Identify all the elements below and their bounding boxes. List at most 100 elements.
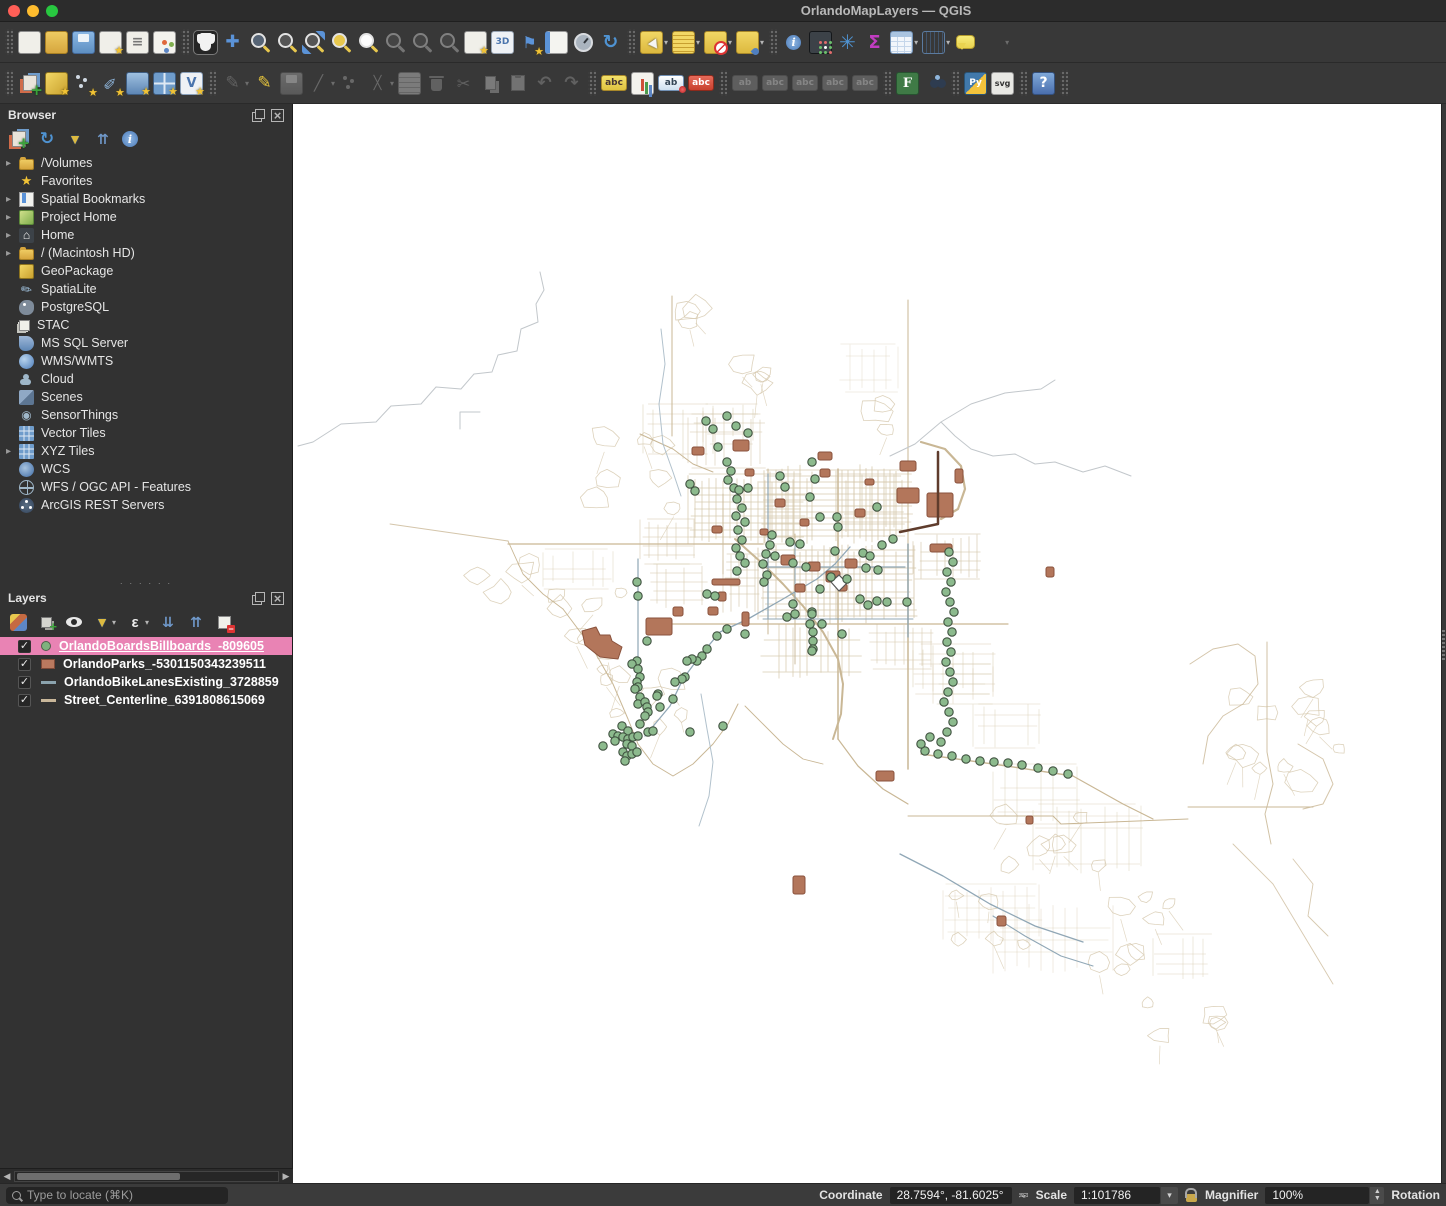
help-button[interactable]: ?	[1031, 70, 1056, 97]
scroll-right-icon[interactable]: ▶	[279, 1171, 293, 1182]
billboard-point[interactable]	[872, 502, 882, 512]
billboard-point[interactable]	[733, 525, 743, 535]
expand-arrow-icon[interactable]: ▸	[6, 158, 18, 169]
billboard-point[interactable]	[837, 629, 847, 639]
coordinate-input[interactable]: 28.7594°, -81.6025°	[889, 1186, 1012, 1204]
statistical-summary-button[interactable]	[808, 29, 833, 56]
billboard-point[interactable]	[1063, 769, 1073, 779]
billboard-point[interactable]	[826, 572, 836, 582]
billboard-point[interactable]	[722, 624, 732, 634]
billboard-point[interactable]	[723, 475, 733, 485]
highlight-unplaced-labels-button[interactable]: abc	[687, 73, 715, 93]
refresh-browser-icon[interactable]: ↻	[38, 129, 56, 148]
current-edits-dropdown-icon[interactable]: ▾	[245, 79, 249, 88]
billboard-point[interactable]	[710, 591, 720, 601]
billboard-point[interactable]	[943, 617, 953, 627]
browser-item-macintosh-hd[interactable]: ▸ / (Macintosh HD)	[0, 244, 292, 262]
browser-item-vector-tiles[interactable]: Vector Tiles	[0, 424, 292, 442]
filter-browser-icon[interactable]: ▼	[66, 130, 84, 148]
zoom-window-button[interactable]	[46, 5, 58, 17]
billboard-point[interactable]	[682, 656, 692, 666]
browser-item-geopackage[interactable]: GeoPackage	[0, 262, 292, 280]
billboard-point[interactable]	[1003, 758, 1013, 768]
new-shapefile-layer-button[interactable]	[71, 70, 98, 99]
collapse-all-layers-icon[interactable]: ⇈	[187, 613, 205, 631]
billboard-point[interactable]	[633, 731, 643, 741]
billboard-point[interactable]	[946, 647, 956, 657]
add-group-button[interactable]: +	[37, 613, 57, 634]
billboard-point[interactable]	[933, 749, 943, 759]
open-attribute-table-button[interactable]: ▾	[889, 29, 919, 56]
minimize-window-button[interactable]	[27, 5, 39, 17]
billboard-point[interactable]	[702, 589, 712, 599]
browser-item-wfs-ogc-api-features[interactable]: WFS / OGC API - Features	[0, 478, 292, 496]
scale-value[interactable]: 1:101786	[1074, 1186, 1160, 1204]
scale-dropdown-icon[interactable]: ▾	[1161, 1186, 1178, 1204]
locator-search-input[interactable]: Type to locate (⌘K)	[6, 1186, 228, 1204]
billboard-point[interactable]	[740, 517, 750, 527]
billboard-point[interactable]	[830, 546, 840, 556]
expand-all-icon[interactable]: ⇊	[159, 613, 177, 631]
deselect-features-dropdown-icon[interactable]: ▾	[728, 38, 732, 47]
browser-item-ms-sql-server[interactable]: MS SQL Server	[0, 334, 292, 352]
billboard-point[interactable]	[1033, 763, 1043, 773]
toolbar-grip[interactable]	[769, 29, 778, 55]
layer-row[interactable]: ✓ Street_Centerline_6391808615069	[0, 691, 292, 709]
temporal-controller-button[interactable]	[571, 29, 596, 56]
layer-visibility-checkbox[interactable]: ✓	[18, 639, 31, 653]
billboard-point[interactable]	[961, 754, 971, 764]
browser-item-sensorthings[interactable]: ◉ SensorThings	[0, 406, 292, 424]
toolbar-grip[interactable]	[1060, 70, 1069, 96]
map-tips-button[interactable]	[953, 29, 978, 56]
expand-arrow-icon[interactable]: ▸	[6, 194, 18, 205]
billboard-point[interactable]	[873, 565, 883, 575]
billboard-point[interactable]	[833, 522, 843, 532]
billboard-point[interactable]	[655, 702, 665, 712]
expand-arrow-icon[interactable]: ▸	[6, 446, 18, 457]
browser-float-icon[interactable]	[252, 108, 265, 122]
billboard-point[interactable]	[790, 609, 800, 619]
refresh-browser-button[interactable]: ↻	[38, 129, 56, 148]
toolbar-grip[interactable]	[883, 70, 892, 96]
billboard-point[interactable]	[690, 486, 700, 496]
billboard-point[interactable]	[947, 751, 957, 761]
map-canvas[interactable]	[293, 104, 1441, 1183]
billboard-point[interactable]	[767, 530, 777, 540]
billboard-point[interactable]	[598, 741, 608, 751]
browser-item-arcgis-rest-servers[interactable]: ArcGIS REST Servers	[0, 496, 292, 514]
new-mesh-layer-button[interactable]	[152, 70, 178, 98]
billboard-point[interactable]	[942, 567, 952, 577]
billboard-point[interactable]	[782, 612, 792, 622]
filter-legend-button[interactable]: ▼ ▾	[93, 613, 116, 631]
billboard-point[interactable]	[718, 721, 728, 731]
billboard-point[interactable]	[810, 474, 820, 484]
billboard-point[interactable]	[633, 664, 643, 674]
billboard-point[interactable]	[936, 737, 946, 747]
billboard-point[interactable]	[882, 597, 892, 607]
layer-row[interactable]: ✓ OrlandoBoardsBillboards_-809605	[0, 637, 292, 655]
billboard-point[interactable]	[939, 697, 949, 707]
browser-item-spatialite[interactable]: ✎ SpatiaLite	[0, 279, 292, 298]
billboard-point[interactable]	[668, 694, 678, 704]
billboard-point[interactable]	[685, 727, 695, 737]
manage-map-themes-button[interactable]	[65, 613, 83, 631]
browser-item-project-home[interactable]: ▸ Project Home	[0, 208, 292, 226]
zoom-in-button[interactable]	[247, 29, 272, 56]
open-layer-styling-button[interactable]	[10, 613, 27, 631]
close-window-button[interactable]	[8, 5, 20, 17]
font-manager-button[interactable]: F	[895, 70, 920, 97]
add-group-icon[interactable]: +	[37, 613, 57, 634]
browser-item-postgresql[interactable]: PostgreSQL	[0, 298, 292, 316]
billboard-point[interactable]	[989, 757, 999, 767]
billboard-point[interactable]	[630, 684, 640, 694]
enable-properties-widget-icon[interactable]: i	[122, 131, 138, 147]
expand-all-button[interactable]: ⇊	[159, 613, 177, 631]
billboard-point[interactable]	[780, 482, 790, 492]
toolbar-grip[interactable]	[5, 29, 13, 55]
billboard-point[interactable]	[807, 609, 817, 619]
show-layout-manager-button[interactable]	[125, 29, 150, 56]
select-by-location-button[interactable]: ▾	[735, 29, 765, 56]
billboard-point[interactable]	[761, 549, 771, 559]
browser-item-cloud[interactable]: Cloud	[0, 370, 292, 388]
billboard-point[interactable]	[635, 719, 645, 729]
